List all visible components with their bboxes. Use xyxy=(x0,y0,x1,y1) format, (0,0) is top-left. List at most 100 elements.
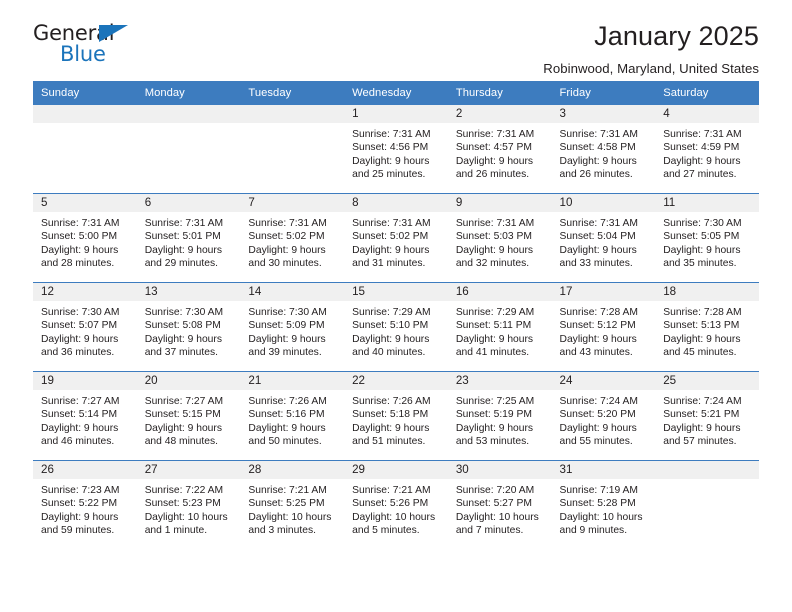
day-number: 15 xyxy=(344,283,448,301)
daylight-text-line1: Daylight: 9 hours xyxy=(144,244,222,256)
day-details: Sunrise: 7:25 AM Sunset: 5:19 PM Daylight:… xyxy=(448,390,552,448)
calendar-day-cell[interactable]: 10 Sunrise: 7:31 AM Sunset: 5:04 PM Dayligh… xyxy=(551,193,656,283)
day-details: Sunrise: 7:23 AM Sunset: 5:22 PM Daylight:… xyxy=(33,479,137,537)
daylight-text-line2: and 53 minutes. xyxy=(455,435,530,447)
calendar-day-cell[interactable]: 29 Sunrise: 7:21 AM Sunset: 5:26 PM Dayligh… xyxy=(344,460,448,549)
daylight-text-line2: and 32 minutes. xyxy=(455,257,530,269)
day-number: 21 xyxy=(240,372,345,390)
sunset-text: Sunset: 5:02 PM xyxy=(352,231,429,243)
day-number: 26 xyxy=(33,461,137,479)
day-number: 3 xyxy=(551,105,656,123)
calendar-day-cell[interactable]: 21 Sunrise: 7:26 AM Sunset: 5:16 PM Dayligh… xyxy=(240,371,345,461)
daylight-text-line2: and 37 minutes. xyxy=(144,346,218,358)
calendar-day-cell[interactable]: 19 Sunrise: 7:27 AM Sunset: 5:14 PM Dayligh… xyxy=(33,371,137,461)
sunrise-text: Sunrise: 7:31 AM xyxy=(248,218,327,229)
daylight-text-line2: and 25 minutes. xyxy=(352,168,426,180)
calendar-day-cell[interactable]: 14 Sunrise: 7:30 AM Sunset: 5:09 PM Dayligh… xyxy=(240,282,345,372)
daylight-text-line1: Daylight: 9 hours xyxy=(41,244,119,256)
calendar-day-cell[interactable]: 12 Sunrise: 7:30 AM Sunset: 5:07 PM Dayligh… xyxy=(33,282,137,372)
general-blue-logo[interactable]: General Blue xyxy=(33,22,145,70)
day-details: Sunrise: 7:21 AM Sunset: 5:26 PM Daylight:… xyxy=(344,479,448,537)
sunrise-text: Sunrise: 7:23 AM xyxy=(41,485,120,496)
calendar-day-cell[interactable]: 7 Sunrise: 7:31 AM Sunset: 5:02 PM Daylight… xyxy=(240,193,345,283)
day-number xyxy=(33,105,137,123)
daylight-text-line2: and 43 minutes. xyxy=(559,346,633,358)
calendar-day-cell[interactable]: 15 Sunrise: 7:29 AM Sunset: 5:10 PM Dayligh… xyxy=(344,282,448,372)
calendar-day-cell[interactable]: 4 Sunrise: 7:31 AM Sunset: 4:59 PM Daylight… xyxy=(655,105,759,194)
daylight-text-line1: Daylight: 10 hours xyxy=(248,511,332,523)
sunset-text: Sunset: 4:56 PM xyxy=(352,142,429,154)
daylight-text-line1: Daylight: 9 hours xyxy=(559,244,637,256)
calendar-day-cell[interactable]: 23 Sunrise: 7:25 AM Sunset: 5:19 PM Dayligh… xyxy=(447,371,552,461)
weekday-header-friday: Friday xyxy=(551,81,656,105)
day-details: Sunrise: 7:29 AM Sunset: 5:10 PM Daylight:… xyxy=(344,301,448,359)
calendar-day-cell[interactable]: 16 Sunrise: 7:29 AM Sunset: 5:11 PM Dayligh… xyxy=(447,282,552,372)
logo-text-blue: Blue xyxy=(60,42,106,66)
daylight-text-line1: Daylight: 9 hours xyxy=(663,333,741,345)
calendar-day-cell[interactable]: 20 Sunrise: 7:27 AM Sunset: 5:15 PM Dayligh… xyxy=(136,371,241,461)
sunrise-text: Sunrise: 7:29 AM xyxy=(455,307,535,318)
day-details: Sunrise: 7:31 AM Sunset: 4:59 PM Daylight:… xyxy=(655,123,759,181)
sunrise-text: Sunrise: 7:22 AM xyxy=(144,485,224,496)
daylight-text-line1: Daylight: 9 hours xyxy=(455,244,534,256)
sunrise-text: Sunrise: 7:24 AM xyxy=(559,396,638,407)
logo-triangle-icon xyxy=(99,25,128,42)
calendar-day-cell[interactable]: 31 Sunrise: 7:19 AM Sunset: 5:28 PM Dayligh… xyxy=(551,460,656,549)
day-details: Sunrise: 7:31 AM Sunset: 4:56 PM Daylight:… xyxy=(344,123,448,181)
sunrise-text: Sunrise: 7:25 AM xyxy=(455,396,535,407)
day-details: Sunrise: 7:30 AM Sunset: 5:08 PM Daylight:… xyxy=(137,301,241,359)
calendar-day-cell[interactable]: 13 Sunrise: 7:30 AM Sunset: 5:08 PM Dayligh… xyxy=(136,282,241,372)
day-number xyxy=(240,105,345,123)
sunset-text: Sunset: 4:58 PM xyxy=(559,142,636,154)
calendar-day-cell[interactable]: 5 Sunrise: 7:31 AM Sunset: 5:00 PM Daylight… xyxy=(33,193,137,283)
daylight-text-line2: and 48 minutes. xyxy=(144,435,218,447)
calendar-day-cell[interactable]: 2 Sunrise: 7:31 AM Sunset: 4:57 PM Daylight… xyxy=(447,105,552,194)
calendar-week-row: 26 Sunrise: 7:23 AM Sunset: 5:22 PM Dayligh… xyxy=(33,460,759,549)
day-details: Sunrise: 7:21 AM Sunset: 5:25 PM Daylight:… xyxy=(240,479,344,537)
day-number: 10 xyxy=(551,194,656,212)
calendar-day-cell[interactable]: 28 Sunrise: 7:21 AM Sunset: 5:25 PM Dayligh… xyxy=(240,460,345,549)
daylight-text-line2: and 33 minutes. xyxy=(559,257,633,269)
day-number: 19 xyxy=(33,372,137,390)
day-details: Sunrise: 7:24 AM Sunset: 5:21 PM Daylight:… xyxy=(655,390,759,448)
calendar-day-cell[interactable]: 25 Sunrise: 7:24 AM Sunset: 5:21 PM Dayligh… xyxy=(655,371,759,461)
calendar-day-cell[interactable]: 1 Sunrise: 7:31 AM Sunset: 4:56 PM Daylight… xyxy=(344,105,448,194)
daylight-text-line1: Daylight: 9 hours xyxy=(663,155,741,167)
sunrise-text: Sunrise: 7:31 AM xyxy=(41,218,120,229)
calendar-day-cell[interactable]: 18 Sunrise: 7:28 AM Sunset: 5:13 PM Dayligh… xyxy=(655,282,759,372)
sunset-text: Sunset: 5:13 PM xyxy=(663,320,740,332)
calendar-day-cell[interactable]: 17 Sunrise: 7:28 AM Sunset: 5:12 PM Dayligh… xyxy=(551,282,656,372)
calendar-day-cell[interactable]: 9 Sunrise: 7:31 AM Sunset: 5:03 PM Daylight… xyxy=(447,193,552,283)
daylight-text-line1: Daylight: 9 hours xyxy=(663,422,741,434)
calendar-day-cell[interactable]: 27 Sunrise: 7:22 AM Sunset: 5:23 PM Dayligh… xyxy=(136,460,241,549)
day-number: 23 xyxy=(447,372,552,390)
daylight-text-line2: and 28 minutes. xyxy=(41,257,115,269)
weekday-header-monday: Monday xyxy=(136,81,241,105)
daylight-text-line1: Daylight: 9 hours xyxy=(248,244,326,256)
calendar-day-cell[interactable]: 22 Sunrise: 7:26 AM Sunset: 5:18 PM Dayligh… xyxy=(344,371,448,461)
sunrise-text: Sunrise: 7:27 AM xyxy=(144,396,224,407)
daylight-text-line2: and 5 minutes. xyxy=(352,524,420,536)
sunset-text: Sunset: 5:25 PM xyxy=(248,498,325,510)
day-number: 9 xyxy=(447,194,552,212)
day-number: 30 xyxy=(447,461,552,479)
day-number xyxy=(655,461,759,479)
day-details: Sunrise: 7:31 AM Sunset: 5:03 PM Daylight:… xyxy=(448,212,552,270)
daylight-text-line2: and 35 minutes. xyxy=(663,257,737,269)
calendar-day-cell[interactable]: 11 Sunrise: 7:30 AM Sunset: 5:05 PM Dayligh… xyxy=(655,193,759,283)
sunrise-text: Sunrise: 7:30 AM xyxy=(144,307,224,318)
calendar-day-cell[interactable]: 6 Sunrise: 7:31 AM Sunset: 5:01 PM Daylight… xyxy=(136,193,241,283)
day-details: Sunrise: 7:28 AM Sunset: 5:13 PM Daylight:… xyxy=(655,301,759,359)
daylight-text-line1: Daylight: 9 hours xyxy=(559,155,637,167)
calendar-day-cell[interactable]: 30 Sunrise: 7:20 AM Sunset: 5:27 PM Dayligh… xyxy=(447,460,552,549)
day-details: Sunrise: 7:31 AM Sunset: 5:00 PM Daylight:… xyxy=(33,212,137,270)
calendar-day-cell[interactable]: 3 Sunrise: 7:31 AM Sunset: 4:58 PM Daylight… xyxy=(551,105,656,194)
day-details: Sunrise: 7:22 AM Sunset: 5:23 PM Daylight:… xyxy=(137,479,241,537)
day-details: Sunrise: 7:26 AM Sunset: 5:18 PM Daylight:… xyxy=(344,390,448,448)
calendar-week-row: 5 Sunrise: 7:31 AM Sunset: 5:00 PM Daylight… xyxy=(33,193,759,283)
day-number: 24 xyxy=(551,372,656,390)
calendar-day-cell[interactable]: 26 Sunrise: 7:23 AM Sunset: 5:22 PM Dayligh… xyxy=(33,460,137,549)
calendar-day-cell[interactable]: 24 Sunrise: 7:24 AM Sunset: 5:20 PM Dayligh… xyxy=(551,371,656,461)
calendar-day-cell-empty xyxy=(33,105,137,194)
calendar-day-cell[interactable]: 8 Sunrise: 7:31 AM Sunset: 5:02 PM Daylight… xyxy=(344,193,448,283)
